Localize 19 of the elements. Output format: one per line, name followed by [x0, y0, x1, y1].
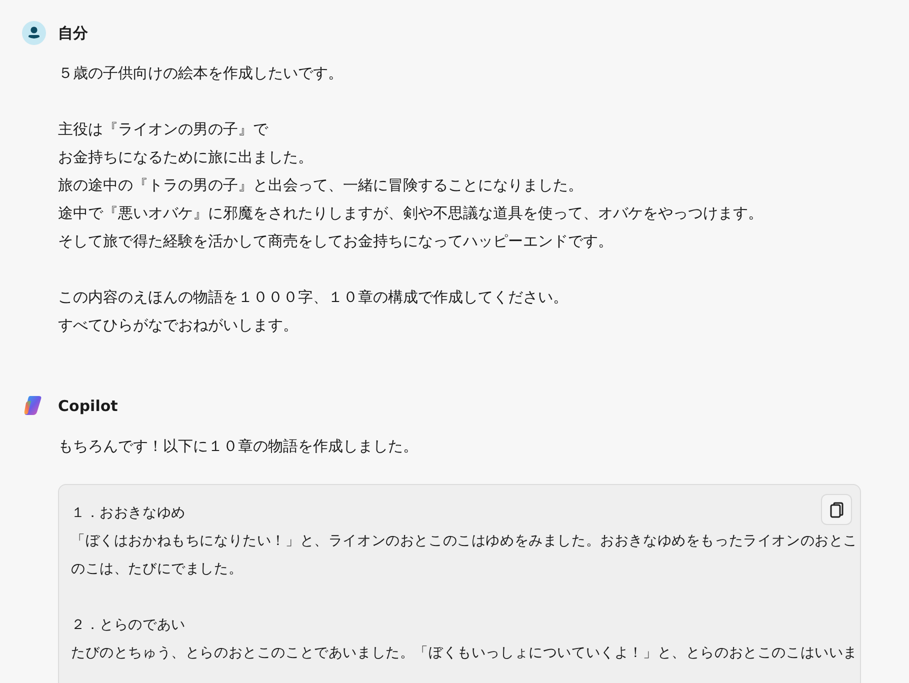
- message-text: お金持ちになるために旅に出ました。: [58, 147, 313, 168]
- message-text: すべてひらがなでおねがいします。: [58, 315, 298, 336]
- story-text: たびのとちゅう、とらのおとこのことであいました。「ぼくもいっしょについていくよ！」と、とらのおとこのこはいいま: [71, 644, 858, 663]
- message-text: 旅の途中の『トラの男の子』と出会って、一緒に冒険することになりました。: [58, 175, 583, 196]
- story-text: １．おおきなゆめ: [71, 504, 186, 523]
- story-text: のこは、たびにでました。: [71, 560, 243, 579]
- author-name: Copilot: [58, 397, 118, 415]
- message-text: そして旅で得た経験を活かして商売をしてお金持ちになってハッピーエンドです。: [58, 231, 613, 252]
- story-text: ２．とらのであい: [71, 616, 186, 635]
- message-text: 途中で『悪いオバケ』に邪魔をされたりしますが、剣や不思議な道具を使って、オバケをやっつけます。: [58, 203, 763, 224]
- story-text: 「ぼくはおかねもちになりたい！」と、ライオンのおとこのこはゆめをみました。おおきなゆめをもったライオンのおとこ: [71, 532, 858, 551]
- message-text: ５歳の子供向けの絵本を作成したいです。: [58, 63, 343, 84]
- message-text: この内容のえほんの物語を１０００字、１０章の構成で作成してください。: [58, 287, 568, 308]
- message-text: もちろんです！以下に１０章の物語を作成しました。: [58, 436, 418, 457]
- user-avatar-icon: [22, 21, 46, 45]
- message-text: 主役は『ライオンの男の子』で: [58, 119, 268, 140]
- copy-button[interactable]: [821, 494, 852, 525]
- copy-icon: [830, 502, 844, 518]
- author-name: 自分: [58, 24, 88, 42]
